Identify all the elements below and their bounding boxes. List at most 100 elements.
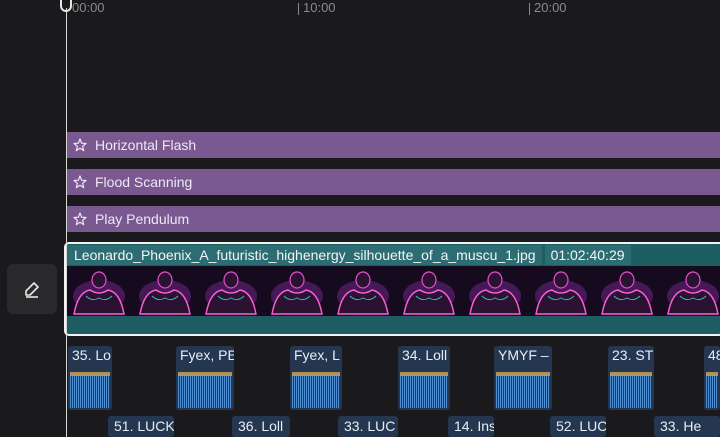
waveform-bar	[544, 374, 545, 408]
effect-track-play-pendulum[interactable]: Play Pendulum	[67, 206, 720, 232]
waveform-bar	[628, 374, 629, 408]
clip-thumbnail	[396, 266, 462, 316]
playhead-line[interactable]	[66, 8, 67, 437]
clip-thumbnail	[594, 266, 660, 316]
waveform-bar	[196, 374, 197, 408]
waveform-bar	[188, 374, 189, 408]
audio-clip[interactable]: 48	[704, 346, 720, 410]
waveform-bar	[404, 374, 405, 408]
waveform-bar	[646, 374, 647, 408]
waveform-bar	[216, 374, 217, 408]
waveform-bar	[538, 374, 539, 408]
waveform-bar	[96, 374, 97, 408]
waveform-bar	[312, 374, 313, 408]
waveform-bar	[206, 374, 207, 408]
audio-waveform	[706, 372, 718, 408]
waveform-bar	[710, 374, 711, 408]
audio-clip[interactable]: 52. LUC	[550, 416, 606, 437]
waveform-bar	[520, 374, 521, 408]
waveform-bar	[642, 374, 643, 408]
waveform-bar	[80, 374, 81, 408]
waveform-bar	[104, 374, 105, 408]
ruler-label: 20:00	[534, 0, 567, 15]
waveform-bar	[412, 374, 413, 408]
waveform-bar	[402, 374, 403, 408]
waveform-bar	[532, 374, 533, 408]
audio-clip[interactable]: Fyex, PE	[176, 346, 234, 410]
clip-thumbnail	[528, 266, 594, 316]
waveform-bar	[76, 374, 77, 408]
waveform-bar	[192, 374, 193, 408]
waveform-bar	[310, 374, 311, 408]
waveform-bar	[98, 374, 99, 408]
waveform-bar	[106, 374, 107, 408]
waveform-bar	[522, 374, 523, 408]
timeline-ruler[interactable]: 00:00 10:00 20:00	[0, 0, 720, 20]
waveform-bar	[210, 374, 211, 408]
waveform-bar	[630, 374, 631, 408]
waveform-bar	[496, 374, 497, 408]
waveform-bar	[400, 374, 401, 408]
clip-thumbnail	[462, 266, 528, 316]
waveform-bar	[322, 374, 323, 408]
waveform-bar	[626, 374, 627, 408]
audio-clip[interactable]: 35. Lo	[68, 346, 112, 410]
waveform-bar	[510, 374, 511, 408]
audio-clip[interactable]: 33. LUC	[338, 416, 398, 437]
waveform-bar	[178, 374, 179, 408]
waveform-bar	[708, 374, 709, 408]
waveform-bar	[296, 374, 297, 408]
waveform-bar	[438, 374, 439, 408]
waveform-bar	[518, 374, 519, 408]
audio-clip[interactable]: 34. Loll	[398, 346, 450, 410]
waveform-peak	[70, 372, 110, 376]
waveform-bar	[180, 374, 181, 408]
clip-thumbnail	[198, 266, 264, 316]
edit-button[interactable]	[7, 264, 57, 314]
waveform-bar	[622, 374, 623, 408]
waveform-bar	[624, 374, 625, 408]
effect-track-horizontal-flash[interactable]: Horizontal Flash	[67, 132, 720, 158]
waveform-bar	[524, 374, 525, 408]
audio-clip[interactable]: 51. LUCK	[108, 416, 174, 437]
audio-clip-label: 36. Loll	[238, 418, 284, 434]
waveform-bar	[338, 374, 339, 408]
waveform-bar	[208, 374, 209, 408]
waveform-bar	[428, 374, 429, 408]
playhead-handle[interactable]	[60, 0, 72, 12]
waveform-bar	[410, 374, 411, 408]
waveform-bar	[422, 374, 423, 408]
sparkle-icon	[73, 138, 87, 152]
waveform-bar	[504, 374, 505, 408]
waveform-bar	[426, 374, 427, 408]
audio-clip[interactable]: 36. Loll	[232, 416, 290, 437]
waveform-bar	[406, 374, 407, 408]
waveform-bar	[190, 374, 191, 408]
waveform-bar	[714, 374, 715, 408]
waveform-bar	[632, 374, 633, 408]
audio-clip-label: 51. LUCK	[114, 418, 174, 434]
waveform-bar	[540, 374, 541, 408]
waveform-bar	[86, 374, 87, 408]
waveform-bar	[220, 374, 221, 408]
ruler-tick	[529, 3, 530, 15]
waveform-bar	[636, 374, 637, 408]
audio-clip[interactable]: 23. ST	[608, 346, 654, 410]
audio-clip[interactable]: Fyex, L	[290, 346, 342, 410]
left-panel	[0, 0, 64, 437]
audio-clip[interactable]: YMYF –	[494, 346, 552, 410]
audio-clip-label: Fyex, L	[294, 347, 340, 363]
video-clip[interactable]: Leonardo_Phoenix_A_futuristic_highenergy…	[64, 242, 720, 336]
waveform-bar	[204, 374, 205, 408]
waveform-bar	[100, 374, 101, 408]
effect-track-flood-scanning[interactable]: Flood Scanning	[67, 169, 720, 195]
waveform-bar	[70, 374, 71, 408]
waveform-bar	[182, 374, 183, 408]
waveform-bar	[638, 374, 639, 408]
clip-thumbnail	[264, 266, 330, 316]
audio-clip[interactable]: 14. Ins	[448, 416, 494, 437]
waveform-bar	[420, 374, 421, 408]
waveform-bar	[516, 374, 517, 408]
audio-clip-label: 14. Ins	[454, 418, 494, 434]
audio-clip[interactable]: 33. He	[654, 416, 720, 437]
